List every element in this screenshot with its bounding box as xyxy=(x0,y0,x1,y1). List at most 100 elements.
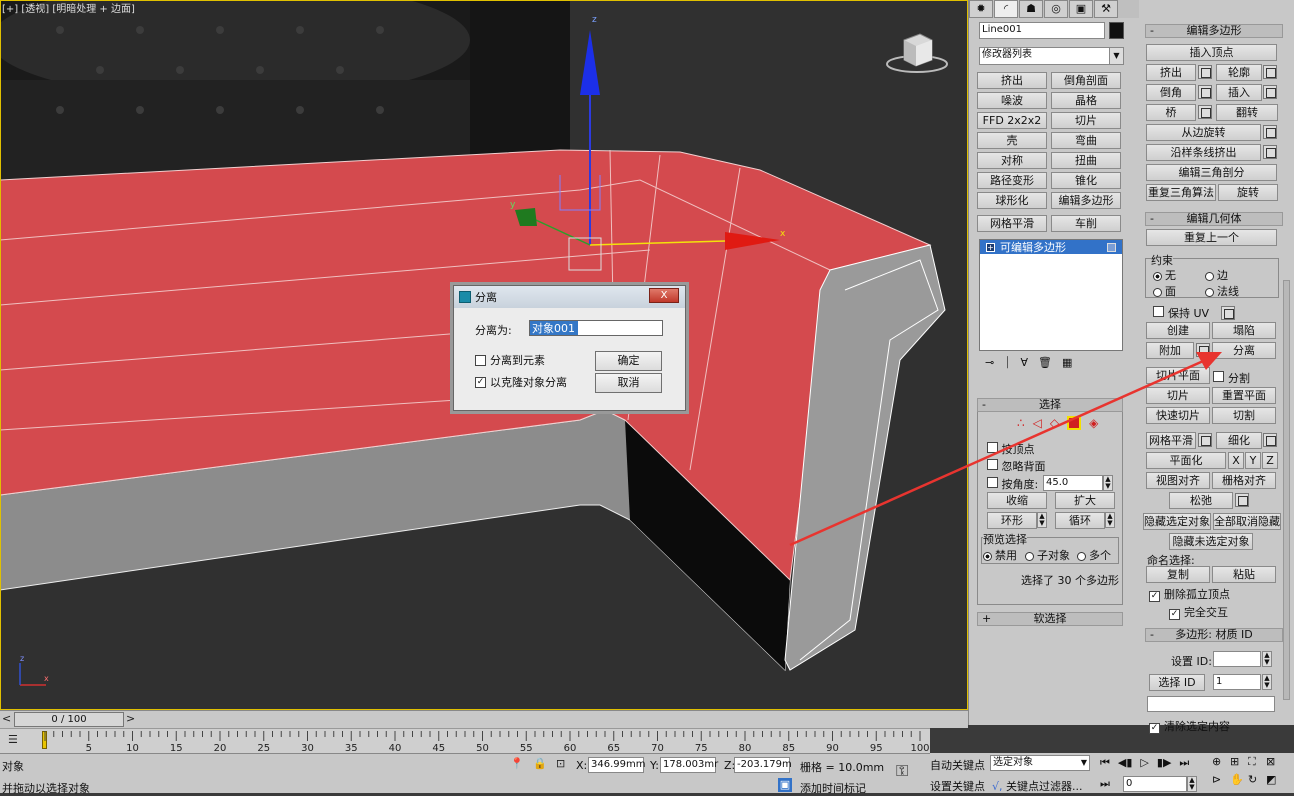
detach-as-clone-checkbox[interactable]: ✓ 以克隆对象分离 xyxy=(475,374,567,390)
planarize-button[interactable]: 平面化 xyxy=(1146,452,1226,469)
time-slider[interactable]: 0 / 100 xyxy=(14,712,124,727)
detach-to-element-checkbox[interactable]: 分离到元素 xyxy=(475,352,545,368)
next-key-icon[interactable]: ▮▶ xyxy=(1157,756,1172,770)
clear-selection-checkbox[interactable]: ✓ 清除选定内容 xyxy=(1149,718,1230,734)
set-id-spinner[interactable]: ▲ ▼ xyxy=(1262,651,1272,667)
delete-isolated-checkbox[interactable]: ✓ 删除孤立顶点 xyxy=(1149,586,1230,602)
modifier-button[interactable]: 切片 xyxy=(1051,112,1121,129)
planarize-z-button[interactable]: Z xyxy=(1262,452,1278,469)
meshsmooth-button[interactable]: 网格平滑 xyxy=(1146,432,1196,449)
collapse-icon[interactable]: - xyxy=(1150,629,1154,641)
modifier-button[interactable]: 挤出 xyxy=(977,72,1047,89)
lock-selection-icon[interactable]: 📍 xyxy=(510,757,524,771)
ring-button[interactable]: 环形 xyxy=(987,512,1037,529)
make-unique-icon[interactable]: ∀ xyxy=(1020,356,1028,374)
edit-polygons-header[interactable]: - 编辑多边形 xyxy=(1145,24,1283,38)
ignore-backfacing-checkbox[interactable]: 忽略背面 xyxy=(987,458,1046,474)
pin-icon[interactable]: ⊸ xyxy=(985,356,994,374)
select-id-field[interactable]: 1 xyxy=(1213,674,1261,690)
zoom-extents-all-icon[interactable]: ⊠ xyxy=(1266,755,1284,769)
viewcube[interactable] xyxy=(884,28,950,76)
turn-button[interactable]: 旋转 xyxy=(1218,184,1278,201)
go-to-start-icon[interactable]: ⏮ xyxy=(1100,756,1110,770)
inset-settings-icon[interactable] xyxy=(1263,85,1277,99)
extrude-spline-button[interactable]: 沿样条线挤出 xyxy=(1146,144,1261,161)
prev-frame-icon[interactable]: < xyxy=(2,712,11,726)
radio-icon[interactable] xyxy=(1153,271,1162,281)
detach-button[interactable]: 分离 xyxy=(1212,342,1276,359)
display-tab-icon[interactable]: ▣ xyxy=(1069,0,1093,18)
preserve-uv-settings-icon[interactable] xyxy=(1221,306,1235,320)
bevel-button[interactable]: 倒角 xyxy=(1146,84,1196,101)
modifier-button[interactable]: 球形化 xyxy=(977,192,1047,209)
modifier-button[interactable]: 锥化 xyxy=(1051,172,1121,189)
flip-button[interactable]: 翻转 xyxy=(1216,104,1278,121)
zoom-icon[interactable]: ⊕ xyxy=(1212,755,1230,769)
preserve-uv-checkbox[interactable]: 保持 UV xyxy=(1153,305,1209,321)
checkbox-icon[interactable] xyxy=(1213,371,1224,382)
current-frame-field[interactable]: 0 xyxy=(1123,776,1187,792)
radio-icon[interactable] xyxy=(1205,287,1214,297)
modifier-button[interactable]: 车削 xyxy=(1051,215,1121,232)
outline-button[interactable]: 轮廓 xyxy=(1216,64,1262,81)
checkbox-icon[interactable] xyxy=(1153,306,1164,317)
modifier-button[interactable]: 噪波 xyxy=(977,92,1047,109)
angle-input[interactable]: 45.0 xyxy=(1043,475,1103,491)
utilities-tab-icon[interactable]: ⚒ xyxy=(1094,0,1118,18)
constraint-none-radio[interactable]: 无 xyxy=(1153,267,1176,283)
hinge-settings-icon[interactable] xyxy=(1263,125,1277,139)
modifier-button[interactable]: 编辑多边形 xyxy=(1051,192,1121,209)
panel-scrollbar[interactable] xyxy=(1283,280,1290,700)
next-frame-icon[interactable]: > xyxy=(126,712,135,726)
absolute-mode-icon[interactable]: ⊡ xyxy=(556,757,565,771)
object-name-field[interactable]: Line001 xyxy=(979,22,1105,39)
checkbox-icon[interactable]: ✓ xyxy=(1169,609,1180,620)
lock-icon[interactable]: 🔒 xyxy=(533,757,547,771)
relax-settings-icon[interactable] xyxy=(1235,493,1249,507)
modifier-button[interactable]: 对称 xyxy=(977,152,1047,169)
retriangulate-button[interactable]: 重复三角算法 xyxy=(1146,184,1216,201)
time-tag-icon[interactable]: ▣ xyxy=(778,778,792,792)
pan-icon[interactable]: ✋ xyxy=(1230,773,1248,786)
frame-spinner[interactable]: ▲ ▼ xyxy=(1187,776,1197,792)
remove-modifier-icon[interactable]: 🗑 xyxy=(1038,356,1052,374)
cancel-button[interactable]: 取消 xyxy=(595,373,662,393)
prev-key-icon[interactable]: ◀▮ xyxy=(1118,756,1133,770)
close-button[interactable]: X xyxy=(649,288,679,303)
checkbox-icon[interactable]: ✓ xyxy=(1149,591,1160,602)
collapse-icon[interactable]: - xyxy=(1150,213,1154,225)
track-bar[interactable]: ☰ 5 10 15 20 25 30 35 40 45 50 55 60 65 70 75 80 85 90 95 1… xyxy=(0,728,930,754)
repeat-last-button[interactable]: 重复上一个 xyxy=(1146,229,1277,246)
chevron-down-icon[interactable]: ▼ xyxy=(1081,756,1087,770)
modifier-stack[interactable]: + 可编辑多边形 xyxy=(979,239,1123,351)
material-name-dropdown[interactable] xyxy=(1147,696,1275,712)
border-level-icon[interactable]: ◇ xyxy=(1050,416,1059,430)
relax-button[interactable]: 松弛 xyxy=(1169,492,1233,509)
by-angle-checkbox[interactable]: 按角度: xyxy=(987,476,1038,492)
modifier-button[interactable]: 网格平滑 xyxy=(977,215,1047,232)
maximize-viewport-icon[interactable]: ◩ xyxy=(1266,773,1284,786)
inset-button[interactable]: 插入 xyxy=(1216,84,1262,101)
set-key-button[interactable]: 设置关键点 xyxy=(930,778,985,794)
bridge-settings-icon[interactable] xyxy=(1198,105,1212,119)
stack-light-icon[interactable] xyxy=(1107,242,1116,252)
grow-button[interactable]: 扩大 xyxy=(1055,492,1115,509)
edge-level-icon[interactable]: ◁ xyxy=(1033,416,1042,430)
tessellate-settings-icon[interactable] xyxy=(1263,433,1277,447)
expand-icon[interactable]: + xyxy=(986,242,995,252)
edit-triangulation-button[interactable]: 编辑三角剖分 xyxy=(1146,164,1277,181)
outline-settings-icon[interactable] xyxy=(1263,65,1277,79)
set-id-field[interactable] xyxy=(1213,651,1261,667)
slice-plane-button[interactable]: 切片平面 xyxy=(1146,367,1210,384)
x-coordinate-field[interactable]: 346.99mm xyxy=(588,757,645,773)
preview-off-radio[interactable]: 禁用 xyxy=(983,547,1017,563)
shrink-button[interactable]: 收缩 xyxy=(987,492,1047,509)
show-end-result-icon[interactable]: ⏐ xyxy=(1004,356,1010,374)
object-color-swatch[interactable] xyxy=(1109,22,1124,39)
angle-spinner[interactable]: ▲ ▼ xyxy=(1103,475,1113,491)
dialog-titlebar[interactable]: 分离 X xyxy=(454,286,685,308)
modify-tab-icon[interactable]: ◜ xyxy=(994,0,1018,18)
element-level-icon[interactable]: ◈ xyxy=(1089,416,1098,430)
insert-vertex-button[interactable]: 插入顶点 xyxy=(1146,44,1277,61)
planarize-y-button[interactable]: Y xyxy=(1245,452,1261,469)
